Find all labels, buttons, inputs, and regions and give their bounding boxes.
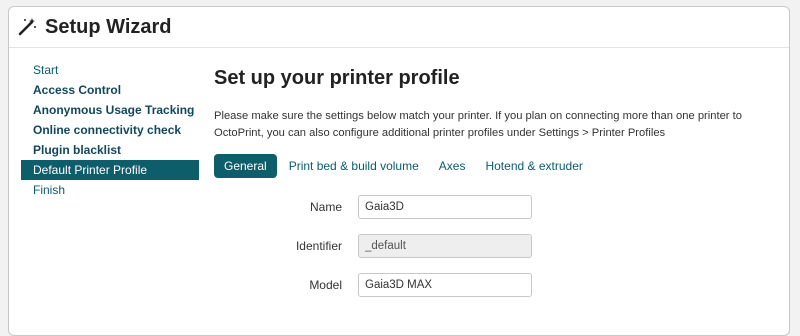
main-content: Set up your printer profile Please make … [214,67,774,312]
tab-print-bed-build-volume[interactable]: Print bed & build volume [279,154,429,178]
name-label: Name [309,200,342,214]
sidebar-item-start[interactable]: Start [21,60,199,80]
form-row-model: Model [214,273,774,297]
model-label: Model [309,278,342,292]
identifier-label: Identifier [295,239,342,253]
profile-tabs: General Print bed & build volume Axes Ho… [214,154,774,178]
name-field[interactable] [358,195,532,219]
dialog-title: Setup Wizard [45,15,172,38]
sidebar-item-access-control[interactable]: Access Control [21,80,199,100]
identifier-field [358,234,532,258]
tab-axes[interactable]: Axes [429,154,476,178]
form-row-identifier: Identifier [214,234,774,258]
magic-wand-icon [17,16,39,38]
sidebar-item-finish[interactable]: Finish [21,180,199,200]
general-profile-form: Name Identifier Model [214,195,774,297]
setup-wizard-dialog: Setup Wizard Start Access Control Anonym… [8,6,790,336]
sidebar-item-default-printer-profile[interactable]: Default Printer Profile [21,160,199,180]
tab-hotend-extruder[interactable]: Hotend & extruder [475,154,592,178]
page-title: Set up your printer profile [214,67,460,89]
dialog-header: Setup Wizard [9,7,789,48]
page-description: Please make sure the settings below matc… [214,110,742,139]
tab-general[interactable]: General [214,154,277,178]
form-row-name: Name [214,195,774,219]
sidebar-item-plugin-blacklist[interactable]: Plugin blacklist [21,140,199,160]
sidebar-item-anonymous-usage-tracking[interactable]: Anonymous Usage Tracking [21,100,199,120]
sidebar-item-online-connectivity-check[interactable]: Online connectivity check [21,120,199,140]
model-field[interactable] [358,273,532,297]
wizard-steps-nav: Start Access Control Anonymous Usage Tra… [21,60,199,200]
